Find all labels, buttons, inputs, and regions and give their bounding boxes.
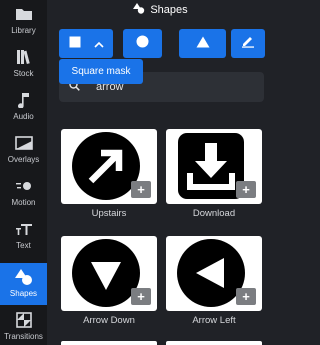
shapes-icon <box>14 268 34 286</box>
shape-label: Arrow Left <box>192 315 236 326</box>
sidebar: Library Stock Audio Overlays Motion Text… <box>0 0 47 345</box>
sidebar-item-label: Motion <box>11 198 36 207</box>
sidebar-item-label: Library <box>11 26 36 35</box>
sidebar-item-label: Transitions <box>4 332 43 341</box>
shape-card-download: + Download <box>166 129 262 219</box>
folder-icon <box>14 5 34 23</box>
motion-icon <box>14 177 34 195</box>
sidebar-item-library[interactable]: Library <box>0 0 47 42</box>
sidebar-item-text[interactable]: Text <box>0 215 47 257</box>
page-title: Shapes <box>150 4 188 16</box>
music-note-icon <box>14 91 34 109</box>
overlay-icon <box>14 134 34 152</box>
pencil-icon <box>241 34 255 53</box>
shape-card-arrow-down: + Arrow Down <box>61 236 157 326</box>
sidebar-item-audio[interactable]: Audio <box>0 86 47 128</box>
circle-mask-button[interactable] <box>123 29 162 58</box>
transitions-icon <box>14 311 34 329</box>
circle-icon <box>136 35 149 53</box>
sidebar-item-stock[interactable]: Stock <box>0 43 47 85</box>
shape-thumbnail[interactable]: + <box>166 129 262 204</box>
text-icon <box>14 220 34 238</box>
add-shape-button[interactable]: + <box>236 288 256 305</box>
shape-thumbnail[interactable]: + <box>166 236 262 311</box>
chevron-up-icon[interactable] <box>93 35 104 53</box>
shape-card-arrow-left: + Arrow Left <box>166 236 262 326</box>
shape-label: Download <box>192 208 236 219</box>
shapes-icon <box>133 3 145 17</box>
shape-thumbnail-partial[interactable] <box>61 341 157 345</box>
triangle-mask-button[interactable] <box>179 29 226 58</box>
sidebar-item-label: Stock <box>13 69 34 78</box>
sidebar-item-transitions[interactable]: Transitions <box>0 306 47 345</box>
shape-thumbnail[interactable]: + <box>61 236 157 311</box>
sidebar-item-label: Text <box>16 241 31 250</box>
sidebar-item-shapes[interactable]: Shapes <box>0 263 47 305</box>
square-icon <box>69 35 81 53</box>
app: Library Stock Audio Overlays Motion Text… <box>0 0 274 345</box>
shape-thumbnail-partial[interactable] <box>166 341 262 345</box>
shapes-panel: Shapes arrow Square mask + Upstairs + Do… <box>47 0 274 345</box>
triangle-icon <box>196 35 210 53</box>
add-shape-button[interactable]: + <box>236 181 256 198</box>
draw-mask-button[interactable] <box>231 29 265 58</box>
shape-card-upstairs: + Upstairs <box>61 129 157 219</box>
sidebar-item-motion[interactable]: Motion <box>0 172 47 214</box>
sidebar-item-label: Shapes <box>9 289 38 298</box>
square-mask-button[interactable] <box>59 29 113 58</box>
add-shape-button[interactable]: + <box>131 181 151 198</box>
sidebar-item-label: Overlays <box>7 155 40 164</box>
shape-thumbnail[interactable]: + <box>61 129 157 204</box>
shape-label: Arrow Down <box>83 315 135 326</box>
stock-books-icon <box>14 48 34 66</box>
shape-label: Upstairs <box>91 208 127 219</box>
panel-header: Shapes <box>47 0 274 20</box>
sidebar-item-overlays[interactable]: Overlays <box>0 129 47 171</box>
square-mask-tooltip: Square mask <box>59 59 143 84</box>
add-shape-button[interactable]: + <box>131 288 151 305</box>
sidebar-item-label: Audio <box>13 112 34 121</box>
